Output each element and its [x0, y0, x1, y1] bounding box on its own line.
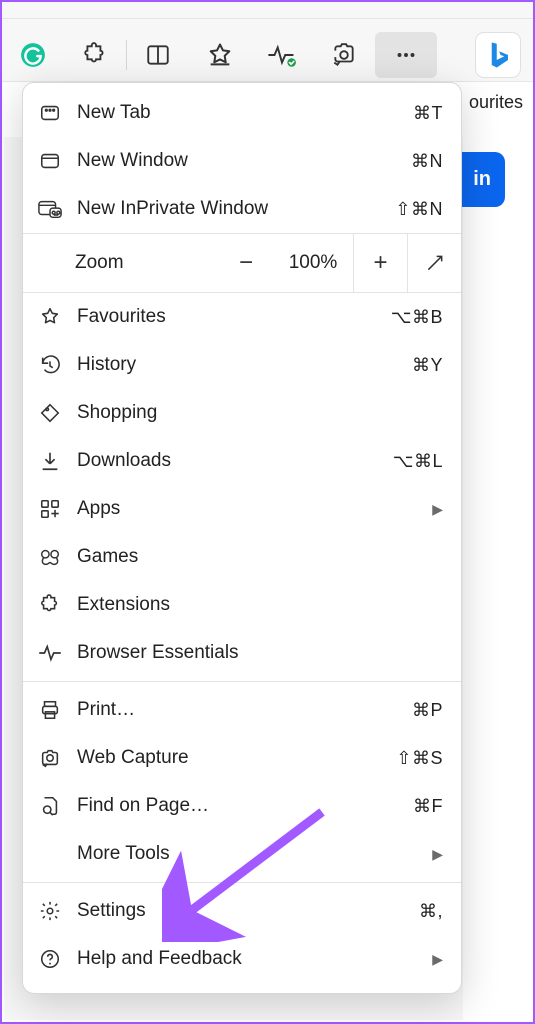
menu-favourites[interactable]: Favourites ⌥⌘B	[23, 293, 461, 341]
menu-shortcut: ⌘F	[413, 796, 443, 817]
menu-shortcut: ⌘,	[419, 901, 443, 922]
menu-shortcut: ⌘Y	[412, 355, 443, 376]
apps-icon	[37, 498, 63, 520]
favourites-bar-fragment: ourites	[469, 92, 523, 113]
favourites-toolbar-icon[interactable]	[189, 32, 251, 78]
extensions-toolbar-icon[interactable]	[64, 32, 126, 78]
menu-web-capture[interactable]: Web Capture ⇧⌘S	[23, 734, 461, 782]
menu-label: Settings	[77, 900, 405, 922]
menu-label: Shopping	[77, 402, 443, 424]
menu-more-tools[interactable]: More Tools ▶	[23, 830, 461, 878]
menu-label: New Tab	[77, 102, 399, 124]
help-icon	[37, 948, 63, 970]
download-icon	[37, 450, 63, 472]
inprivate-icon	[37, 198, 63, 220]
grammarly-icon[interactable]	[2, 32, 64, 78]
camera-icon	[37, 747, 63, 769]
history-icon	[37, 354, 63, 376]
menu-browser-essentials[interactable]: Browser Essentials	[23, 629, 461, 677]
menu-shortcut: ⌘N	[411, 151, 443, 172]
fullscreen-button[interactable]	[407, 234, 461, 292]
chevron-right-icon: ▶	[432, 501, 443, 518]
tag-icon	[37, 402, 63, 424]
menu-label: New Window	[77, 150, 397, 172]
menu-find-on-page[interactable]: Find on Page… ⌘F	[23, 782, 461, 830]
more-menu-button[interactable]	[375, 32, 437, 78]
menu-label: New InPrivate Window	[77, 198, 381, 220]
menu-label: Help and Feedback	[77, 948, 418, 970]
screenshot-toolbar-icon[interactable]	[313, 32, 375, 78]
menu-settings[interactable]: Settings ⌘,	[23, 887, 461, 935]
new-tab-icon	[37, 102, 63, 124]
menu-label: Games	[77, 546, 443, 568]
menu-help-feedback[interactable]: Help and Feedback ▶	[23, 935, 461, 983]
menu-new-window[interactable]: New Window ⌘N	[23, 137, 461, 185]
menu-label: Browser Essentials	[77, 642, 443, 664]
menu-label: History	[77, 354, 398, 376]
find-icon	[37, 795, 63, 817]
menu-print[interactable]: Print… ⌘P	[23, 686, 461, 734]
star-icon	[37, 306, 63, 328]
menu-downloads[interactable]: Downloads ⌥⌘L	[23, 437, 461, 485]
zoom-in-button[interactable]: +	[353, 234, 407, 292]
menu-zoom-row: Zoom − 100% +	[23, 233, 461, 293]
zoom-out-button[interactable]: −	[219, 234, 273, 292]
chevron-right-icon: ▶	[432, 951, 443, 968]
menu-label: Print…	[77, 699, 398, 721]
puzzle-icon	[37, 594, 63, 616]
menu-shortcut: ⇧⌘S	[396, 748, 443, 769]
menu-shopping[interactable]: Shopping	[23, 389, 461, 437]
menu-label: Favourites	[77, 306, 377, 328]
menu-apps[interactable]: Apps ▶	[23, 485, 461, 533]
sign-in-button-fragment[interactable]: in	[461, 152, 505, 207]
zoom-label: Zoom	[23, 252, 219, 274]
menu-shortcut: ⌥⌘L	[393, 451, 443, 472]
gear-icon	[37, 900, 63, 922]
toolbar-icon-row	[2, 32, 533, 78]
menu-shortcut: ⌥⌘B	[391, 307, 443, 328]
bing-sidebar-button[interactable]	[475, 32, 521, 78]
more-menu: New Tab ⌘T New Window ⌘N New InPrivate W…	[22, 82, 462, 994]
menu-shortcut: ⌘P	[412, 700, 443, 721]
menu-shortcut: ⌘T	[413, 103, 443, 124]
print-icon	[37, 699, 63, 721]
menu-new-inprivate[interactable]: New InPrivate Window ⇧⌘N	[23, 185, 461, 233]
menu-label: Extensions	[77, 594, 443, 616]
menu-games[interactable]: Games	[23, 533, 461, 581]
menu-label: More Tools	[77, 843, 418, 865]
menu-new-tab[interactable]: New Tab ⌘T	[23, 89, 461, 137]
health-icon[interactable]	[251, 32, 313, 78]
menu-shortcut: ⇧⌘N	[395, 199, 443, 220]
window-icon	[37, 150, 63, 172]
menu-extensions[interactable]: Extensions	[23, 581, 461, 629]
menu-label: Apps	[77, 498, 418, 520]
pulse-icon	[37, 642, 63, 664]
menu-label: Web Capture	[77, 747, 382, 769]
menu-history[interactable]: History ⌘Y	[23, 341, 461, 389]
games-icon	[37, 546, 63, 568]
chevron-right-icon: ▶	[432, 846, 443, 863]
menu-label: Find on Page…	[77, 795, 399, 817]
zoom-value: 100%	[273, 234, 353, 292]
menu-label: Downloads	[77, 450, 379, 472]
split-view-icon[interactable]	[127, 32, 189, 78]
